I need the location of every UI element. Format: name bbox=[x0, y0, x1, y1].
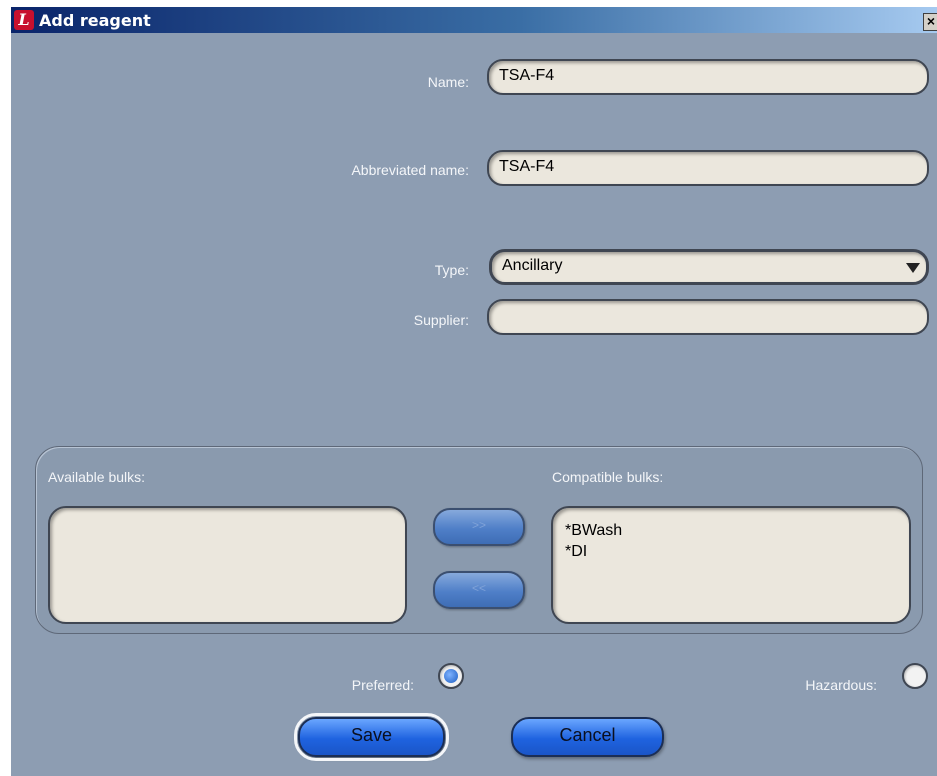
hazardous-radio[interactable] bbox=[902, 663, 928, 689]
name-input[interactable]: TSA-F4 bbox=[487, 59, 929, 95]
add-reagent-dialog: L Add reagent × Name: TSA-F4 Abbreviated… bbox=[11, 7, 937, 776]
cancel-button[interactable]: Cancel bbox=[511, 717, 664, 757]
title-bar[interactable]: L Add reagent × bbox=[11, 7, 937, 33]
remove-bulk-button[interactable]: << bbox=[433, 571, 525, 609]
abbreviated-name-label: Abbreviated name: bbox=[351, 162, 469, 178]
list-item[interactable]: *BWash bbox=[565, 522, 622, 540]
abbreviated-name-value: TSA-F4 bbox=[499, 158, 555, 175]
close-icon[interactable]: × bbox=[923, 13, 937, 31]
list-item[interactable]: *DI bbox=[565, 543, 587, 561]
type-select[interactable]: Ancillary bbox=[489, 249, 929, 285]
type-label: Type: bbox=[434, 262, 469, 278]
supplier-label: Supplier: bbox=[413, 312, 469, 328]
window-title: Add reagent bbox=[39, 11, 151, 30]
name-label: Name: bbox=[427, 74, 469, 90]
preferred-radio[interactable] bbox=[438, 663, 464, 689]
supplier-input[interactable] bbox=[487, 299, 929, 335]
available-bulks-label: Available bulks: bbox=[48, 469, 146, 485]
preferred-label: Preferred: bbox=[351, 677, 414, 693]
type-value: Ancillary bbox=[502, 257, 563, 274]
available-bulks-list[interactable] bbox=[48, 506, 407, 624]
add-bulk-button[interactable]: >> bbox=[433, 508, 525, 546]
radio-selected-dot bbox=[444, 669, 458, 683]
compatible-bulks-label: Compatible bulks: bbox=[552, 469, 664, 485]
compatible-bulks-list[interactable]: *BWash *DI bbox=[551, 506, 911, 624]
hazardous-label: Hazardous: bbox=[805, 677, 877, 693]
save-button[interactable]: Save bbox=[294, 713, 449, 761]
leica-logo-icon: L bbox=[14, 10, 34, 30]
name-value: TSA-F4 bbox=[499, 67, 555, 84]
bulks-group: Available bulks: >> << Compatible bulks:… bbox=[35, 446, 923, 634]
chevron-down-icon[interactable] bbox=[906, 263, 920, 273]
abbreviated-name-input[interactable]: TSA-F4 bbox=[487, 150, 929, 186]
